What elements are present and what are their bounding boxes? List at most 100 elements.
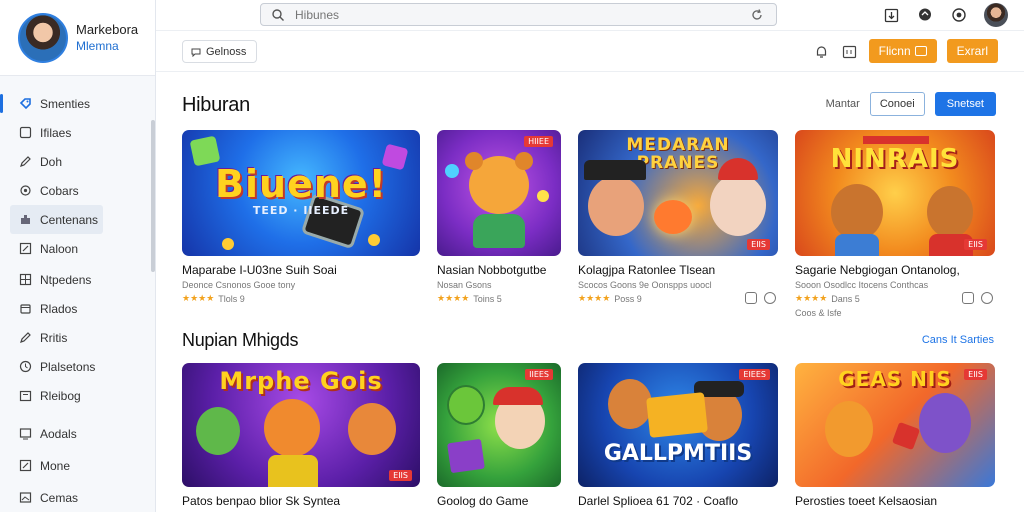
game-card[interactable]: Mrphe Gois EIIS Patos benpao blior Sk Sy… — [182, 363, 420, 508]
filter-chip[interactable]: Gelnoss — [182, 40, 258, 63]
art-title: Mrphe Gois — [219, 367, 383, 395]
card-title: Darlel Splioea 61 702 · Coaflo — [578, 494, 739, 508]
primary-action-button[interactable]: Flicnn — [868, 39, 937, 63]
card-badge: EIIS — [747, 239, 770, 250]
sidebar-item-doh[interactable]: Doh — [0, 147, 155, 176]
art-title: GALLPMTIIS — [603, 441, 753, 466]
search-bar[interactable] — [260, 3, 777, 26]
profile-name: Markebora — [76, 21, 139, 37]
game-card[interactable]: Biuene! TEED · IIEEDE Maparabe I-U03ne S… — [182, 130, 420, 304]
card-title: Sagarie Nebgiogan Ontanolog, — [795, 263, 960, 277]
card-badge: EIIS — [389, 470, 412, 481]
card-badge: EIIS — [964, 369, 987, 380]
sidebar-item-centenans[interactable]: Centenans — [10, 205, 103, 234]
sidebar-item-rleibog[interactable]: Rleibog — [0, 381, 155, 410]
game-card[interactable]: HIIEE Nasian Nobbotgutbe Nosan Gsons ★★★… — [437, 130, 561, 304]
sidebar-item-label: Plalsetons — [40, 359, 96, 374]
bear-mascot — [825, 401, 873, 457]
bear-mascot — [927, 186, 973, 238]
rating-stars: ★★★★ — [795, 293, 828, 303]
sidebar-scrollbar[interactable] — [151, 120, 155, 272]
game-thumbnail: NINRAIS EIIS — [795, 130, 995, 256]
sidebar-nav: Smenties Ifilaes Doh Cobars Centenans Na… — [0, 89, 155, 512]
sidebar-item-plalsetons[interactable]: Plalsetons — [0, 352, 155, 381]
chat-icon[interactable] — [916, 6, 934, 24]
top-actions — [882, 3, 1008, 27]
secondary-action-button[interactable]: Exrarl — [946, 39, 998, 63]
user-avatar[interactable] — [984, 3, 1008, 27]
game-thumbnail: IIEES — [437, 363, 561, 487]
download-icon[interactable] — [882, 6, 900, 24]
sidebar-item-ifilaes[interactable]: Ifilaes — [0, 118, 155, 147]
bookmark-icon[interactable] — [764, 292, 776, 304]
sort-label[interactable]: Mantar — [826, 98, 860, 110]
edit-icon — [18, 459, 32, 473]
sidebar-item-label: Cobars — [40, 183, 79, 198]
sidebar-item-mone[interactable]: Mone — [0, 451, 155, 480]
sidebar-item-label: Ntpedens — [40, 272, 92, 287]
bookmark-icon[interactable] — [981, 292, 993, 304]
card-subtitle: Scocos Goons 9e Oonspps uoocl — [578, 280, 712, 290]
game-thumbnail: GALLPMTIIS EIEES — [578, 363, 778, 487]
profile-subtitle[interactable]: Mlemna — [76, 38, 138, 54]
tag-icon — [18, 97, 32, 111]
puzzle-icon — [18, 213, 32, 227]
monster-character — [919, 393, 971, 453]
chat-bubble-icon — [191, 48, 201, 57]
sidebar-item-cobars[interactable]: Cobars — [0, 176, 155, 205]
sidebar-item-label: Cemas — [40, 490, 79, 505]
card-title: Maparabe I-U03ne Suih Soai — [182, 263, 337, 277]
game-card[interactable]: GEAS NIS EIIS Perosties toeet Kelsaosian — [795, 363, 995, 508]
game-card[interactable]: IIEES Goolog do Game — [437, 363, 561, 508]
sidebar-item-ntpedens[interactable]: Ntpedens — [0, 265, 155, 294]
outline-button[interactable]: Conoei — [869, 92, 925, 116]
sidebar-item-aodals[interactable]: Aodals — [0, 419, 155, 448]
game-card[interactable]: NINRAIS EIIS Sagarie Nebgiogan Ontanolog… — [795, 130, 995, 318]
santa-character — [710, 174, 766, 236]
sidebar: Markebora Mlemna Smenties Ifilaes Doh Co… — [0, 0, 156, 512]
primary-button[interactable]: Snetset — [934, 92, 996, 116]
game-thumbnail: MEDARAN PRANES EIIS — [578, 130, 778, 256]
sidebar-item-label: Mone — [40, 458, 71, 473]
sidebar-item-label: Rritis — [40, 330, 68, 345]
sidebar-item-cemas[interactable]: Cemas — [0, 483, 155, 512]
game-card[interactable]: GALLPMTIIS EIEES Darlel Splioea 61 702 ·… — [578, 363, 778, 508]
top-bar — [156, 0, 1024, 31]
gear-icon — [18, 184, 32, 198]
profile-card[interactable]: Markebora Mlemna — [0, 0, 155, 76]
game-card[interactable]: MEDARAN PRANES EIIS Kolagjpa Ratonlee Tl… — [578, 130, 778, 304]
frog-character — [196, 407, 240, 455]
calendar-icon[interactable] — [841, 42, 859, 60]
sidebar-item-label: Rlados — [40, 301, 78, 316]
folder-icon — [18, 389, 32, 403]
bell-icon[interactable] — [813, 42, 831, 60]
sidebar-item-label: Doh — [40, 154, 63, 169]
sidebar-item-label: Smenties — [40, 96, 91, 111]
sidebar-item-label: Rleibog — [40, 388, 81, 403]
card-badge: IIEES — [525, 369, 553, 380]
sidebar-item-naloon[interactable]: Naloon — [0, 234, 155, 263]
search-icon — [272, 8, 284, 21]
avatar[interactable] — [18, 12, 68, 63]
image-icon — [18, 491, 32, 505]
main-content: Hiburan Mantar Conoei Snetset Biuene! TE… — [156, 72, 1024, 512]
section-controls: Mantar Conoei Snetset — [826, 92, 996, 116]
bear-mascot — [831, 184, 883, 240]
grid-icon — [18, 273, 32, 287]
rating-stars: ★★★★ — [182, 293, 215, 303]
device-icon — [18, 427, 32, 441]
record-icon[interactable] — [950, 6, 968, 24]
game-thumbnail: GEAS NIS EIIS — [795, 363, 995, 487]
share-icon[interactable] — [962, 292, 974, 304]
see-all-link[interactable]: Cans It Sarties — [922, 334, 994, 346]
square-icon — [18, 126, 32, 140]
bear-mascot — [608, 379, 652, 429]
card-subtitle: Sooon Osodlcc Itocens Conthcas — [795, 280, 929, 290]
sidebar-item-smenties[interactable]: Smenties — [0, 89, 155, 118]
share-icon[interactable] — [745, 292, 757, 304]
sidebar-item-rritis[interactable]: Rritis — [0, 323, 155, 352]
sidebar-item-rlados[interactable]: Rlados — [0, 294, 155, 323]
search-input[interactable] — [295, 7, 715, 22]
card-subtitle: Deonce Csnonos Gooe tony — [182, 280, 296, 290]
refresh-icon[interactable] — [750, 8, 764, 22]
